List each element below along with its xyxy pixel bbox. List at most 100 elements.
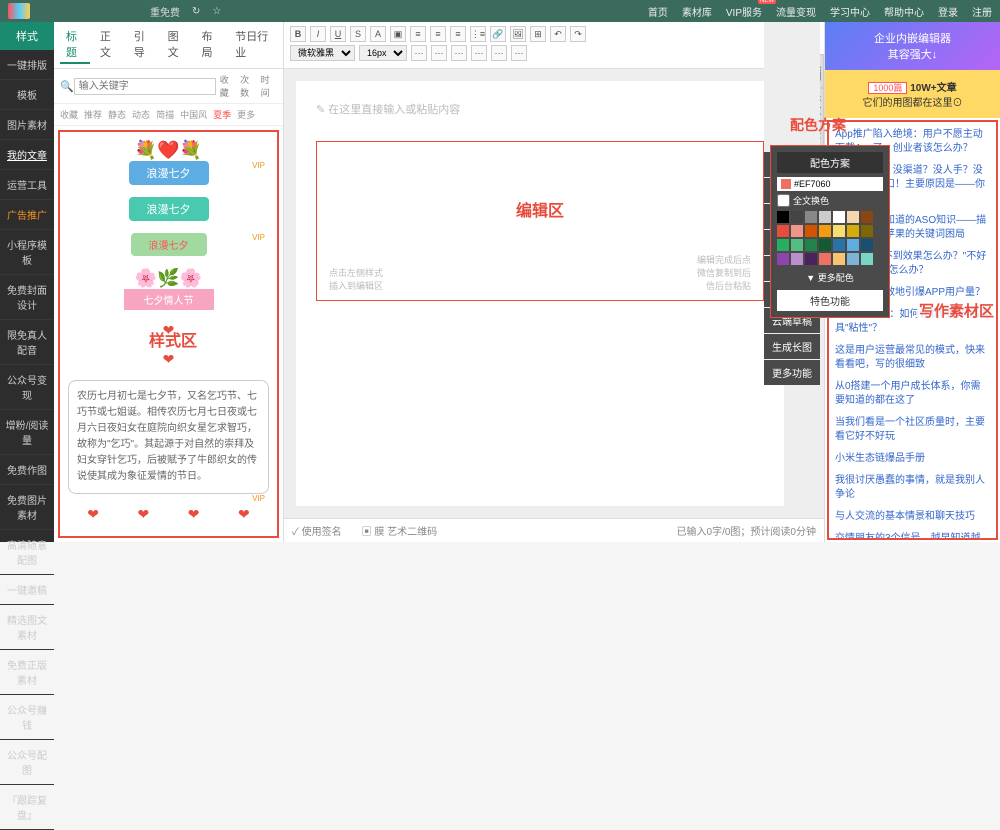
bold-button[interactable]: B — [290, 26, 306, 42]
color-swatch[interactable] — [805, 225, 817, 237]
align-center-button[interactable]: ≡ — [430, 26, 446, 42]
top-nav-link[interactable]: VIP服务 — [726, 4, 762, 19]
toolbar-more-button[interactable]: ⋯ — [491, 45, 507, 61]
signature-toggle[interactable]: ✓ 使用签名 — [292, 523, 342, 538]
color-swatch[interactable] — [861, 211, 873, 223]
sidebar-item[interactable]: 免费封面设计 — [0, 275, 54, 320]
sidebar-item[interactable]: 精选图文素材 — [0, 605, 54, 650]
full-recolor-checkbox[interactable]: 全文换色 — [777, 194, 883, 207]
color-swatch[interactable] — [833, 239, 845, 251]
color-swatch[interactable] — [833, 211, 845, 223]
sidebar-item[interactable]: 一键排版 — [0, 50, 54, 80]
styles-tab[interactable]: 布局 — [195, 26, 225, 64]
color-swatch[interactable] — [791, 211, 803, 223]
top-nav-link[interactable]: 首页 — [648, 4, 668, 19]
filter-tag[interactable]: 更多 — [237, 108, 255, 121]
sidebar-item[interactable]: 公众号赚钱 — [0, 695, 54, 740]
color-swatch[interactable] — [805, 239, 817, 251]
styles-tab[interactable]: 节日行业 — [229, 26, 277, 64]
article-link[interactable]: 当我们看是一个社区质量时，主要看它好不好玩 — [835, 416, 990, 444]
color-swatch[interactable] — [847, 239, 859, 251]
color-swatch[interactable] — [847, 225, 859, 237]
sidebar-item[interactable]: 限免真人配音 — [0, 320, 54, 365]
font-size-select[interactable]: 16px — [359, 45, 407, 61]
table-button[interactable]: ⊞ — [530, 26, 546, 42]
styles-tab[interactable]: 标题 — [60, 26, 90, 64]
undo-button[interactable]: ↶ — [550, 26, 566, 42]
filter-tag[interactable]: 收藏 — [60, 108, 78, 121]
filter-tag[interactable]: 夏季 — [213, 108, 231, 121]
redo-button[interactable]: ↷ — [570, 26, 586, 42]
style-template[interactable]: 浪漫七夕 — [68, 197, 269, 221]
article-link[interactable]: 交情朋友的3个信号，越早知道越好 — [835, 532, 990, 540]
tool-button[interactable]: 生成长图 — [764, 334, 820, 359]
ad-banner-1[interactable]: 企业内嵌编辑器 其容强大↓ — [825, 22, 1000, 70]
color-swatch[interactable] — [777, 239, 789, 251]
sidebar-item[interactable]: 公众号配图 — [0, 740, 54, 785]
sidebar-item[interactable]: 免费图片素材 — [0, 485, 54, 530]
toolbar-more-button[interactable]: ⋯ — [431, 45, 447, 61]
color-swatch[interactable] — [819, 225, 831, 237]
bg-color-button[interactable]: ▣ — [390, 26, 406, 42]
article-link[interactable]: 这是用户运营最常见的模式，快来看看吧，写的很细致 — [835, 344, 990, 372]
sidebar-item[interactable]: 免费作图 — [0, 455, 54, 485]
sidebar-item[interactable]: 小程序模板 — [0, 230, 54, 275]
article-link[interactable]: 我很讨厌愚蠢的事情，就是我别人争论 — [835, 474, 990, 502]
sidebar-item[interactable]: 我的文章 — [0, 140, 54, 170]
search-input[interactable] — [74, 78, 216, 95]
color-swatch[interactable] — [847, 253, 859, 265]
search-option[interactable]: 次数 — [240, 73, 256, 99]
logo[interactable] — [8, 3, 30, 19]
style-template[interactable]: 浪漫七夕 VIP — [68, 233, 269, 256]
filter-tag[interactable]: 静态 — [108, 108, 126, 121]
top-nav-link[interactable]: 素材库 — [682, 4, 712, 19]
sidebar-item[interactable]: 广告推广 — [0, 200, 54, 230]
sidebar-item[interactable]: 模板 — [0, 80, 54, 110]
sidebar-item[interactable]: 一键邀稿 — [0, 575, 54, 605]
star-icon[interactable]: ☆ — [212, 6, 221, 17]
color-swatch[interactable] — [777, 253, 789, 265]
style-template[interactable]: 农历七月初七是七夕节，又名乞巧节、七巧节或七姐诞。相传农历七月七日夜或七月六日夜… — [68, 380, 269, 494]
sidebar-item[interactable]: 增粉/阅读量 — [0, 410, 54, 455]
ad-banner-2[interactable]: 1000篇 10W+文章 它们的用图都在这里⊙ — [825, 70, 1000, 118]
style-template[interactable]: 💐❤️💐 浪漫七夕 VIP — [68, 140, 269, 185]
filter-tag[interactable]: 简描 — [156, 108, 174, 121]
style-template[interactable]: 🌸🌿🌸 七夕情人节 — [68, 268, 269, 310]
editor-canvas[interactable]: ✎ 在这里直接输入或粘贴内容 编辑区 点击左侧样式插入到编辑区 编辑完成后点微信… — [296, 81, 784, 506]
article-link[interactable]: 小米生态链爆品手册 — [835, 452, 990, 466]
sidebar-item[interactable]: 图片素材 — [0, 110, 54, 140]
top-nav-link[interactable]: 注册 — [972, 4, 992, 19]
hex-input[interactable]: #EF7060 — [777, 177, 883, 191]
strike-button[interactable]: S — [350, 26, 366, 42]
styles-tab[interactable]: 正文 — [94, 26, 124, 64]
sidebar-item[interactable]: 公众号变现 — [0, 365, 54, 410]
filter-tag[interactable]: 动态 — [132, 108, 150, 121]
color-swatch[interactable] — [777, 225, 789, 237]
underline-button[interactable]: U — [330, 26, 346, 42]
color-swatch[interactable] — [819, 211, 831, 223]
special-features-button[interactable]: 特色功能 — [777, 290, 883, 311]
image-button[interactable]: 🖼 — [510, 26, 526, 42]
sidebar-item[interactable]: 高清随意配图 — [0, 530, 54, 575]
italic-button[interactable]: I — [310, 26, 326, 42]
align-left-button[interactable]: ≡ — [410, 26, 426, 42]
search-option[interactable]: 时间 — [261, 73, 277, 99]
color-swatch[interactable] — [805, 253, 817, 265]
tool-button[interactable]: 更多功能 — [764, 360, 820, 385]
color-swatch[interactable] — [847, 211, 859, 223]
styles-tab[interactable]: 图文 — [162, 26, 192, 64]
toolbar-more-button[interactable]: ⋯ — [451, 45, 467, 61]
sidebar-item[interactable]: 免费正版素材 — [0, 650, 54, 695]
color-swatch[interactable] — [861, 253, 873, 265]
sidebar-item[interactable]: 『跟踪复盘』 — [0, 785, 54, 830]
color-swatch[interactable] — [777, 211, 789, 223]
refresh-icon[interactable]: ↻ — [192, 6, 200, 17]
top-nav-link[interactable]: 登录 — [938, 4, 958, 19]
top-nav-link[interactable]: 流量变现 — [776, 4, 816, 19]
color-swatch[interactable] — [791, 253, 803, 265]
align-right-button[interactable]: ≡ — [450, 26, 466, 42]
color-swatch[interactable] — [861, 239, 873, 251]
styles-tab[interactable]: 引导 — [128, 26, 158, 64]
article-link[interactable]: 从0搭建一个用户成长体系，你需要知道的都在这了 — [835, 380, 990, 408]
color-swatch[interactable] — [819, 253, 831, 265]
